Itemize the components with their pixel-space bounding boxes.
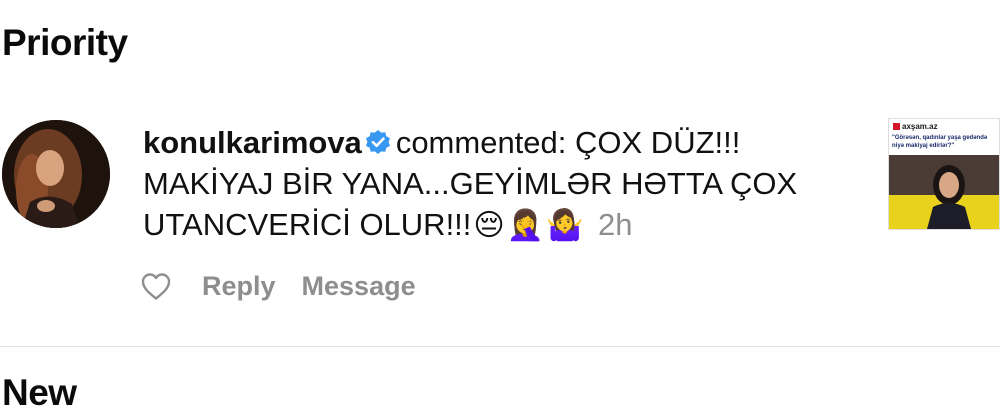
heart-outline-icon[interactable] xyxy=(140,271,172,301)
section-title-priority: Priority xyxy=(2,22,128,63)
thumbnail-header: axşam.az xyxy=(889,119,999,133)
facepalm-emoji-icon: 🤦‍♀️ xyxy=(506,208,545,243)
post-thumbnail[interactable]: axşam.az "Görəsən, qadınlar yaşa gedəndə… xyxy=(888,118,1000,230)
site-logo-icon xyxy=(893,122,900,130)
avatar-image xyxy=(2,120,110,228)
thumbnail-photo xyxy=(889,155,999,229)
section-divider xyxy=(0,346,1000,347)
action-text: commented: xyxy=(395,125,567,160)
section-title-new: New xyxy=(2,372,77,413)
notification-comment[interactable]: konulkarimova commented: ÇOX DÜZ!!! MAKİY… xyxy=(143,122,863,246)
timestamp: 2h xyxy=(598,207,633,242)
message-button[interactable]: Message xyxy=(302,271,416,302)
verified-badge-icon xyxy=(364,129,392,157)
comment-actions: Reply Message xyxy=(140,268,442,304)
avatar[interactable] xyxy=(2,120,110,228)
pensive-face-emoji-icon: 😔 xyxy=(473,208,505,243)
thumbnail-caption: "Görəsən, qadınlar yaşa gedəndə niyə mak… xyxy=(889,133,999,157)
shrug-emoji-icon: 🤷‍♀️ xyxy=(546,208,584,243)
reply-button[interactable]: Reply xyxy=(202,271,276,302)
thumbnail-site-name: axşam.az xyxy=(902,121,938,131)
username-link[interactable]: konulkarimova xyxy=(143,125,362,160)
